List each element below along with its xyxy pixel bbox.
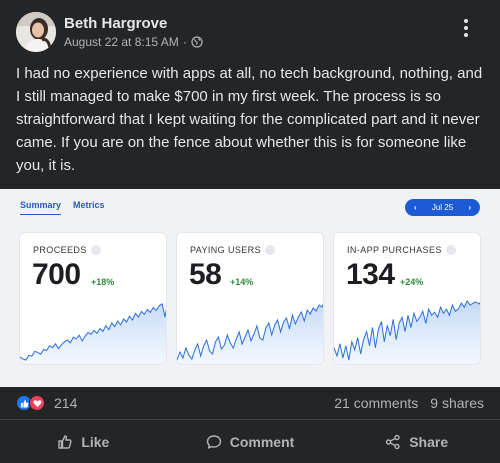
more-options-button[interactable] (454, 16, 478, 40)
author-avatar[interactable] (16, 12, 56, 52)
avatar-photo (16, 12, 56, 52)
tab-summary: Summary (20, 200, 62, 215)
share-icon (386, 434, 400, 449)
shares-count-link[interactable]: 9 shares (430, 395, 484, 411)
engagement-bar: 214 21 comments 9 shares (16, 387, 484, 419)
dot-icon (464, 26, 468, 30)
comment-button[interactable]: Comment (167, 420, 334, 463)
metric-card-proceeds: PROCEEDS 700 +18% (19, 232, 167, 365)
dot-icon (464, 19, 468, 23)
metric-delta: +24% (400, 277, 424, 287)
date-range-label: Jul 25 (431, 203, 454, 212)
comment-icon (206, 434, 221, 449)
like-button[interactable]: Like (0, 420, 167, 463)
metric-value: 134 (346, 258, 395, 291)
thumbs-up-icon (58, 434, 72, 449)
metric-label-text: IN-APP PURCHASES (347, 245, 442, 255)
metric-card-paying-users: PAYING USERS 58 +14% (176, 232, 324, 365)
sparkline-area (20, 303, 166, 364)
metric-value: 58 (189, 258, 222, 291)
post-text: I had no experience with apps at all, no… (16, 65, 483, 174)
love-reaction-icon (29, 395, 45, 411)
metric-label: IN-APP PURCHASES (347, 245, 456, 255)
reactions-summary[interactable]: 214 (16, 394, 77, 412)
comments-count-link[interactable]: 21 comments (334, 395, 418, 411)
metric-label: PAYING USERS (190, 245, 275, 255)
date-range-selector: ‹ Jul 25 › (405, 199, 480, 216)
share-button[interactable]: Share (333, 420, 500, 463)
dot-icon (464, 33, 468, 37)
feed-post: Beth Hargrove August 22 at 8:15 AM · I h… (0, 0, 500, 463)
post-actions: Like Comment Share (0, 420, 500, 463)
sparkline (177, 303, 323, 364)
author-name[interactable]: Beth Hargrove (64, 15, 167, 32)
metric-label: PROCEEDS (33, 245, 101, 255)
engagement-counts: 21 comments 9 shares (334, 395, 484, 411)
share-label: Share (409, 433, 449, 450)
like-label: Like (81, 433, 110, 450)
info-icon (445, 245, 456, 255)
metric-delta: +14% (230, 277, 254, 287)
sparkline (334, 300, 480, 364)
metric-label-text: PROCEEDS (33, 245, 87, 255)
sparkline (20, 302, 166, 364)
sparkline-area (334, 301, 480, 364)
comment-label: Comment (229, 433, 295, 450)
metric-delta: +18% (91, 277, 115, 287)
tab-metrics: Metrics (73, 200, 105, 210)
post-header: Beth Hargrove August 22 at 8:15 AM · (16, 12, 484, 52)
metric-value: 700 (32, 258, 81, 291)
reaction-count: 214 (54, 395, 78, 411)
info-icon (264, 245, 275, 255)
post-meta: August 22 at 8:15 AM · (64, 35, 203, 49)
sparkline-area (177, 304, 323, 364)
chevron-right-icon: › (468, 203, 471, 212)
metric-card-in-app-purchases: IN-APP PURCHASES 134 +24% (333, 232, 481, 365)
info-icon (90, 245, 101, 255)
metric-label-text: PAYING USERS (190, 245, 261, 255)
globe-icon (191, 36, 203, 48)
dashboard-tabs: Summary Metrics (20, 200, 105, 215)
reaction-icons (16, 394, 46, 412)
meta-separator: · (182, 35, 187, 49)
chevron-left-icon: ‹ (414, 203, 417, 212)
post-image[interactable]: Summary Metrics ‹ Jul 25 › PROCEEDS 700 … (0, 189, 500, 387)
post-timestamp[interactable]: August 22 at 8:15 AM (64, 35, 179, 49)
